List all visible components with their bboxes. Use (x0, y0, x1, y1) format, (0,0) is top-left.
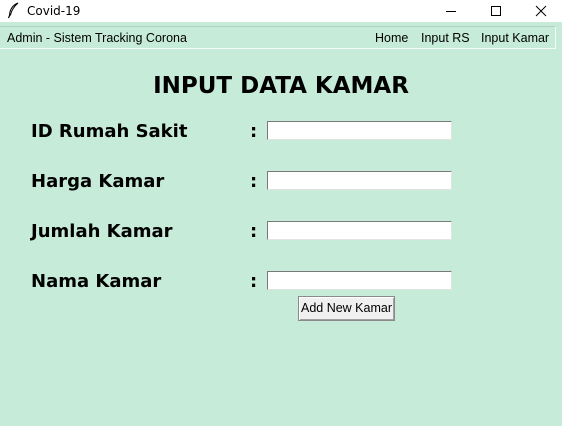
menubar: Admin - Sistem Tracking Corona Home Inpu… (0, 26, 556, 49)
menu-item-input-kamar[interactable]: Input Kamar (481, 31, 549, 46)
maximize-button[interactable] (473, 0, 519, 22)
window-titlebar: Covid-19 (0, 0, 562, 22)
harga-kamar-input[interactable] (267, 171, 452, 190)
add-new-kamar-button[interactable]: Add New Kamar (298, 296, 395, 321)
nama-kamar-colon: : (250, 271, 258, 292)
maximize-icon (490, 2, 502, 21)
id-rumah-sakit-label: ID Rumah Sakit (31, 121, 188, 142)
id-rumah-sakit-colon: : (250, 121, 258, 142)
close-button[interactable] (518, 0, 562, 22)
harga-kamar-colon: : (250, 171, 258, 192)
minimize-button[interactable] (428, 0, 474, 22)
menu-item-home[interactable]: Home (375, 31, 408, 46)
id-rumah-sakit-input[interactable] (267, 121, 452, 140)
nama-kamar-label: Nama Kamar (31, 271, 162, 292)
nama-kamar-input[interactable] (267, 271, 452, 290)
feather-icon (7, 2, 21, 19)
jumlah-kamar-colon: : (250, 221, 258, 242)
jumlah-kamar-input[interactable] (267, 221, 452, 240)
harga-kamar-label: Harga Kamar (31, 171, 165, 192)
close-icon (535, 2, 547, 21)
window-title: Covid-19 (27, 4, 81, 18)
minimize-icon (445, 2, 457, 21)
menubar-brand: Admin - Sistem Tracking Corona (7, 31, 187, 45)
page-title: INPUT DATA KAMAR (153, 73, 409, 99)
menu-item-input-rs[interactable]: Input RS (421, 31, 470, 46)
jumlah-kamar-label: Jumlah Kamar (31, 221, 173, 242)
